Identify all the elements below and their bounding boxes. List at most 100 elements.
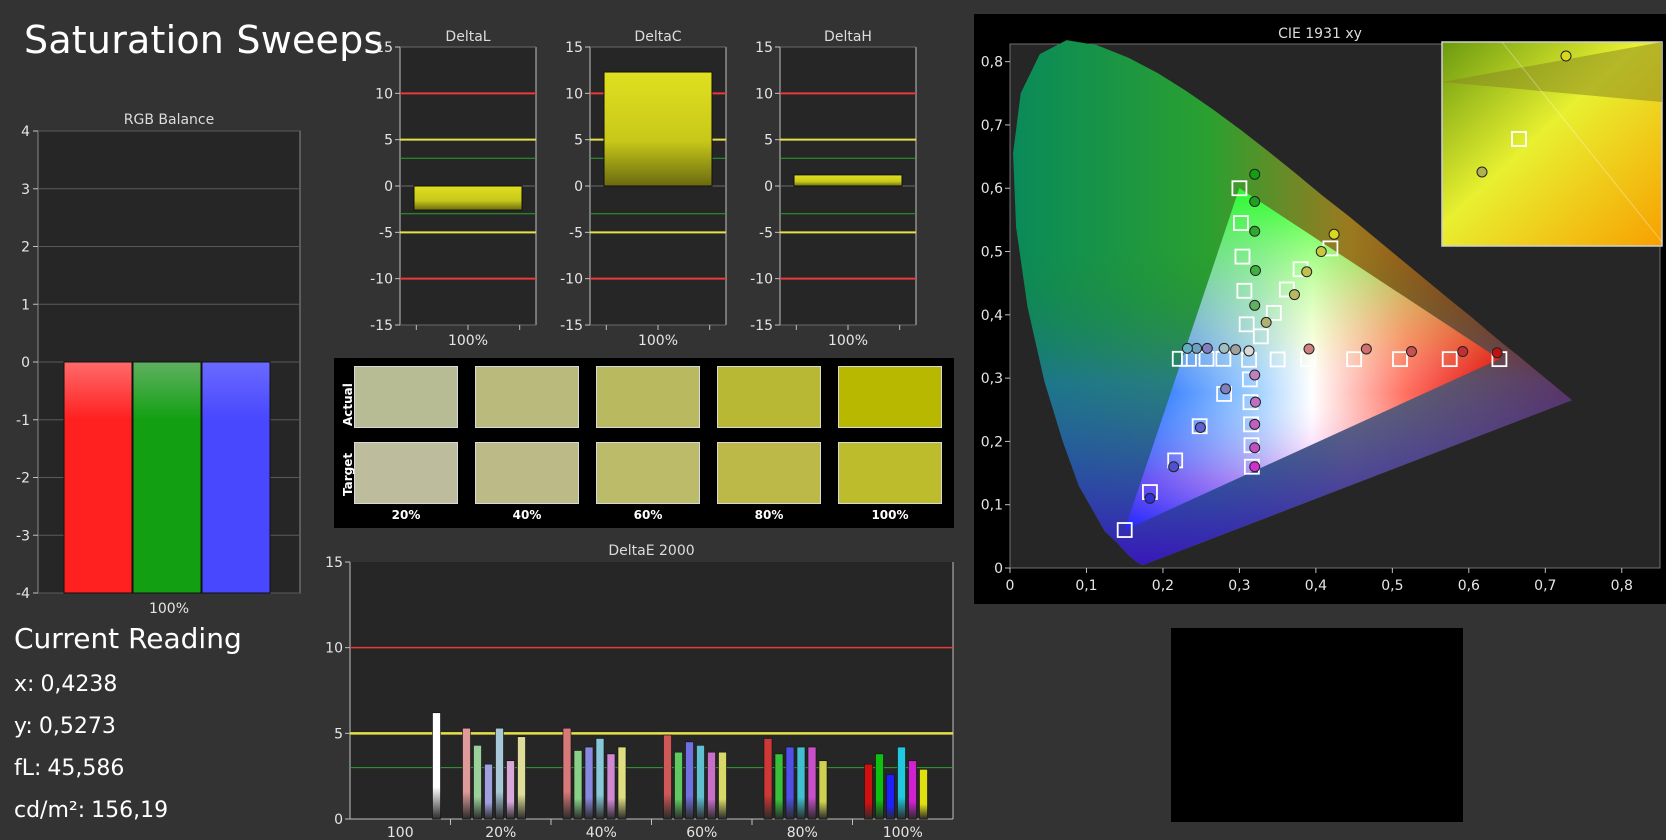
- target-swatch: [596, 442, 700, 504]
- swatch-column-label: 20%: [391, 508, 421, 522]
- y-tick-label: 0: [21, 355, 30, 371]
- x-tick-label: 0,5: [1381, 578, 1403, 594]
- y-tick-label: 5: [334, 726, 343, 742]
- deltae-bar: [807, 746, 817, 820]
- x-tick-label: 0,8: [1611, 578, 1633, 594]
- swatch-column-label: 40%: [512, 508, 542, 522]
- reading-fl-value: 45,586: [47, 756, 125, 781]
- measurement-point: [1288, 289, 1300, 301]
- swatch-column-label: 60%: [633, 508, 663, 522]
- y-tick-label: -15: [750, 318, 773, 334]
- y-tick-label: -15: [560, 318, 583, 334]
- y-tick-label: 15: [325, 555, 343, 571]
- x-tick-label: 100%: [149, 601, 189, 617]
- chart-title: DeltaL: [445, 29, 490, 45]
- delta-bar: [793, 174, 903, 187]
- deltae-bar: [595, 738, 605, 820]
- reading-fl-label: fL:: [14, 756, 42, 781]
- deltae-bar: [617, 746, 627, 820]
- measurement-point: [1249, 369, 1261, 381]
- y-tick-label: 0,6: [981, 181, 1003, 197]
- measurement-point: [1218, 342, 1230, 354]
- y-tick-label: 0: [994, 561, 1003, 577]
- y-tick-label: 5: [574, 133, 583, 149]
- y-tick-label: -3: [16, 528, 30, 544]
- swatch-panel: Actual Target 20% 40% 60% 80% 100%: [334, 358, 954, 528]
- y-tick-label: -1: [16, 413, 30, 429]
- target-swatch: [838, 442, 942, 504]
- x-tick-label: 0,4: [1305, 578, 1327, 594]
- deltae-bar: [886, 774, 895, 820]
- measurement-point: [1457, 346, 1469, 358]
- deltae-bar: [718, 751, 727, 820]
- y-tick-label: 1: [21, 297, 30, 313]
- x-tick-label: 60%: [686, 825, 717, 840]
- deltae-bar: [484, 763, 493, 820]
- current-reading-heading: Current Reading: [14, 622, 242, 655]
- bar-b: [201, 361, 271, 594]
- chart-title: DeltaH: [824, 29, 872, 45]
- actual-swatch: [354, 366, 458, 428]
- reading-y-label: y:: [14, 714, 33, 739]
- measurement-point: [1491, 347, 1503, 359]
- measurement-point: [1303, 343, 1315, 355]
- y-tick-label: 15: [755, 40, 773, 56]
- y-tick-label: -15: [370, 318, 393, 334]
- cie-panel: CIE 1931 xy 0 0,1 0,2 0,3 0,4 0,5 0,6 0,7 0,8 0 0,1…: [974, 14, 1666, 604]
- reading-cdm-label: cd/m²:: [14, 798, 86, 823]
- y-tick-label: 0: [574, 179, 583, 195]
- y-tick-label: 15: [565, 40, 583, 56]
- y-tick-label: 3: [21, 182, 30, 198]
- x-tick-label: 0,2: [1152, 578, 1174, 594]
- deltae-bar: [506, 760, 515, 820]
- reading-y-value: 0,5273: [38, 714, 116, 739]
- measurement-point: [1249, 168, 1261, 180]
- measurement-point: [1194, 421, 1206, 433]
- measurement-point: [1249, 442, 1261, 454]
- inset-measurement-point: [1476, 166, 1488, 178]
- measurement-point: [1301, 266, 1313, 278]
- actual-swatch: [838, 366, 942, 428]
- y-tick-label: 0: [334, 812, 343, 828]
- reading-x-value: 0,4238: [40, 672, 118, 697]
- y-tick-label: 10: [375, 86, 393, 102]
- deltae-bar: [774, 753, 784, 820]
- deltae-bar: [462, 727, 471, 820]
- y-tick-label: 10: [755, 86, 773, 102]
- y-tick-label: 4: [21, 124, 30, 140]
- y-tick-label: 0: [764, 179, 773, 195]
- y-tick-label: 0,4: [981, 308, 1003, 324]
- y-tick-label: -10: [750, 272, 773, 288]
- deltae-bar: [763, 738, 773, 820]
- deltae-bar: [696, 745, 705, 820]
- measurement-point: [1168, 461, 1180, 473]
- y-tick-label: 5: [764, 133, 773, 149]
- actual-swatch: [717, 366, 821, 428]
- y-tick-label: 10: [565, 86, 583, 102]
- x-tick-label: 0: [1006, 578, 1015, 594]
- deltae-bar: [897, 746, 906, 820]
- page-title: Saturation Sweeps: [24, 18, 384, 62]
- deltae-bar: [473, 745, 482, 820]
- y-tick-label: 0: [384, 179, 393, 195]
- target-swatch: [717, 442, 821, 504]
- bar-g: [132, 361, 202, 594]
- chart-title: CIE 1931 xy: [1278, 26, 1362, 42]
- swatch-column-label: 80%: [754, 508, 784, 522]
- y-tick-label: 2: [21, 240, 30, 256]
- target-swatch: [354, 442, 458, 504]
- measurement-point: [1315, 246, 1327, 258]
- reading-x: x: 0,4238: [14, 672, 117, 697]
- y-tick-label: -10: [560, 272, 583, 288]
- delta-bar: [603, 71, 713, 187]
- rgb-balance-chart: RGB Balance 4 3 2 1 0 -1 -2 -3 -4 100%: [16, 112, 301, 617]
- x-tick-label: 100%: [448, 333, 488, 349]
- x-tick-label: 100%: [638, 333, 678, 349]
- deltae-bar: [517, 736, 526, 820]
- deltae-bar: [663, 734, 672, 820]
- deltae-bar: [562, 727, 572, 820]
- measurement-point: [1249, 299, 1261, 311]
- delta-bar: [413, 185, 523, 211]
- y-tick-label: -10: [370, 272, 393, 288]
- x-tick-label: 80%: [787, 825, 818, 840]
